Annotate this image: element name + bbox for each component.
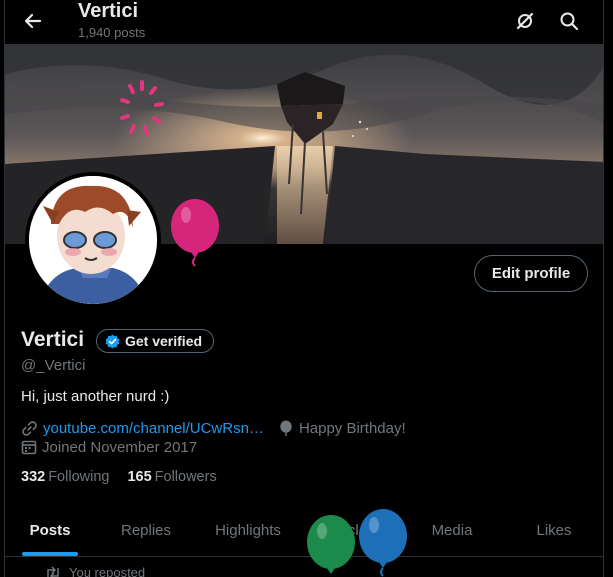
following-link[interactable]: 332 Following <box>21 469 109 485</box>
link-icon <box>22 420 37 436</box>
balloon-icon <box>171 199 219 267</box>
balloon-icon <box>307 515 355 574</box>
confetti-decoration <box>120 80 164 136</box>
joined-item: Joined November 2017 <box>21 439 197 456</box>
follow-stats: 332 Following 165 Followers <box>21 469 217 485</box>
website-item: youtube.com/channel/UCwRsn… <box>21 420 264 437</box>
top-bar: Vertici 1,940 posts <box>5 0 603 44</box>
tab-media[interactable]: Media <box>401 505 503 556</box>
profile-handle: @_Vertici <box>21 357 86 374</box>
repost-label: You reposted <box>69 565 146 577</box>
following-label: Following <box>48 469 110 485</box>
verified-badge-icon <box>105 333 120 349</box>
website-link[interactable]: youtube.com/channel/UCwRsn… <box>43 420 264 437</box>
get-verified-label: Get verified <box>125 333 203 349</box>
tab-posts[interactable]: Posts <box>5 505 95 556</box>
profile-bio: Hi, just another nurd :) <box>21 388 170 405</box>
repost-indicator: You reposted <box>45 565 145 577</box>
tab-likes[interactable]: Likes <box>503 505 603 556</box>
profile-meta-row: youtube.com/channel/UCwRsn… Happy Birthd… <box>21 418 420 438</box>
balloon-small-icon <box>280 419 292 436</box>
header-title: Vertici <box>78 0 139 22</box>
tab-replies[interactable]: Replies <box>95 505 197 556</box>
birthday-item: Happy Birthday! <box>278 420 406 437</box>
back-arrow-icon[interactable] <box>19 7 47 35</box>
followers-count: 165 <box>127 469 152 485</box>
calendar-icon <box>21 440 37 455</box>
profile-name: Vertici <box>21 328 85 351</box>
followers-link[interactable]: 165 Followers <box>127 469 216 485</box>
followers-label: Followers <box>154 469 217 485</box>
joined-date: Joined November 2017 <box>42 438 198 456</box>
avatar[interactable] <box>25 172 161 308</box>
repost-icon <box>47 565 59 577</box>
edit-profile-button[interactable]: Edit profile <box>474 255 588 292</box>
post-count: 1,940 posts <box>78 25 146 40</box>
balloon-icon <box>359 509 407 577</box>
grok-icon[interactable] <box>512 8 538 34</box>
get-verified-button[interactable]: Get verified <box>96 329 215 353</box>
following-count: 332 <box>21 469 46 485</box>
profile-page: Vertici 1,940 posts Edit profile Vertici… <box>4 0 604 577</box>
search-icon[interactable] <box>556 8 582 34</box>
joined-row: Joined November 2017 <box>21 437 211 457</box>
birthday-text: Happy Birthday! <box>298 419 406 437</box>
tab-highlights[interactable]: Highlights <box>197 505 299 556</box>
